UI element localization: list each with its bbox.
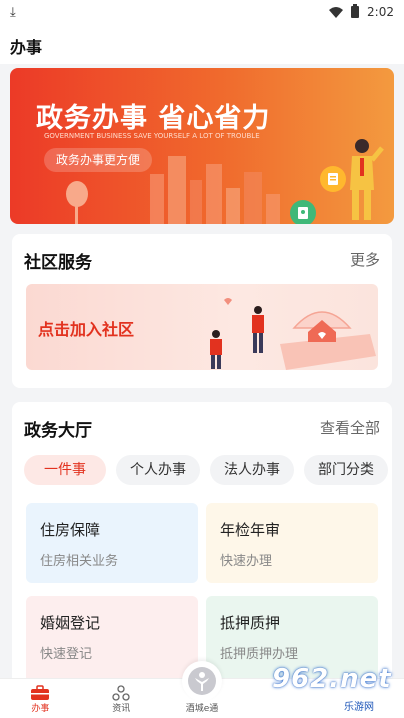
city-illustration: [150, 156, 280, 224]
tab-personal[interactable]: 个人办事: [116, 455, 200, 485]
tabbar-item-services[interactable]: 办事: [0, 679, 81, 718]
tab-one-thing[interactable]: 一件事: [24, 455, 106, 485]
join-community-banner[interactable]: 点击加入社区: [26, 284, 378, 370]
tabbar-item-jiucheng[interactable]: 酒城e通: [162, 661, 243, 718]
tab-corporate[interactable]: 法人办事: [210, 455, 294, 485]
service-tile-inspection[interactable]: 年检年审 快速办理: [206, 503, 378, 583]
id-card-icon: [290, 200, 316, 224]
banner-slogan: 政务办事 省心省力: [36, 103, 271, 134]
download-icon: ⤓: [10, 4, 16, 20]
tabbar-label: 资讯: [112, 704, 131, 714]
government-hall-card: 政务大厅 查看全部 一件事 个人办事 法人办事 部门分类 住房保障 住房相关业务…: [12, 402, 392, 692]
hall-title: 政务大厅: [24, 421, 92, 441]
community-card: 社区服务 更多 点击加入社区: [12, 234, 392, 388]
hall-view-all-link[interactable]: 查看全部: [320, 417, 380, 438]
wifi-icon: [329, 6, 344, 18]
page-title: 办事: [10, 38, 43, 57]
tile-desc: 快速办理: [220, 554, 273, 569]
tile-desc: 住房相关业务: [40, 554, 119, 569]
tile-desc: 抵押质押办理: [220, 647, 299, 662]
tree-icon: [66, 181, 88, 224]
service-tile-housing[interactable]: 住房保障 住房相关业务: [26, 503, 198, 583]
banner-subtitle: GOVERNMENT BUSINESS SAVE YOURSELF A LOT …: [44, 132, 260, 140]
businessman-illustration: [350, 139, 384, 220]
tabbar-label: 办事: [31, 704, 50, 714]
service-tile-marriage[interactable]: 婚姻登记 快速登记: [26, 596, 198, 686]
status-time: 2:02: [367, 5, 394, 19]
status-bar: ⤓ 2:02: [0, 0, 404, 24]
tile-name: 住房保障: [40, 521, 101, 539]
community-title: 社区服务: [24, 253, 92, 273]
app-header: 办事: [0, 24, 404, 64]
watermark-domain: 962.net: [272, 664, 392, 694]
site-watermark: 962.net 乐游网: [268, 664, 398, 714]
tabbar-label: 酒城e通: [185, 704, 219, 714]
banner-pill: 政务办事更方便: [44, 148, 153, 172]
center-logo-icon: [181, 661, 222, 701]
watermark-name: 乐游网: [342, 698, 376, 713]
promo-banner[interactable]: 政务办事 省心省力 GOVERNMENT BUSINESS SAVE YOURS…: [10, 68, 394, 224]
tab-department[interactable]: 部门分类: [304, 455, 388, 485]
hall-tabs: 一件事 个人办事 法人办事 部门分类: [24, 455, 388, 485]
triangle-dots-icon: [112, 685, 130, 701]
tile-desc: 快速登记: [40, 647, 93, 662]
tile-name: 年检年审: [220, 521, 281, 539]
tabbar-item-news[interactable]: 资讯: [81, 679, 162, 718]
status-right: 2:02: [329, 4, 394, 19]
tile-name: 抵押质押: [220, 614, 281, 632]
community-illustration: [210, 298, 376, 370]
briefcase-icon: [31, 685, 50, 700]
battery-icon: [351, 4, 360, 18]
community-more-link[interactable]: 更多: [350, 249, 380, 270]
join-community-label: 点击加入社区: [38, 320, 135, 339]
tile-name: 婚姻登记: [40, 614, 101, 632]
